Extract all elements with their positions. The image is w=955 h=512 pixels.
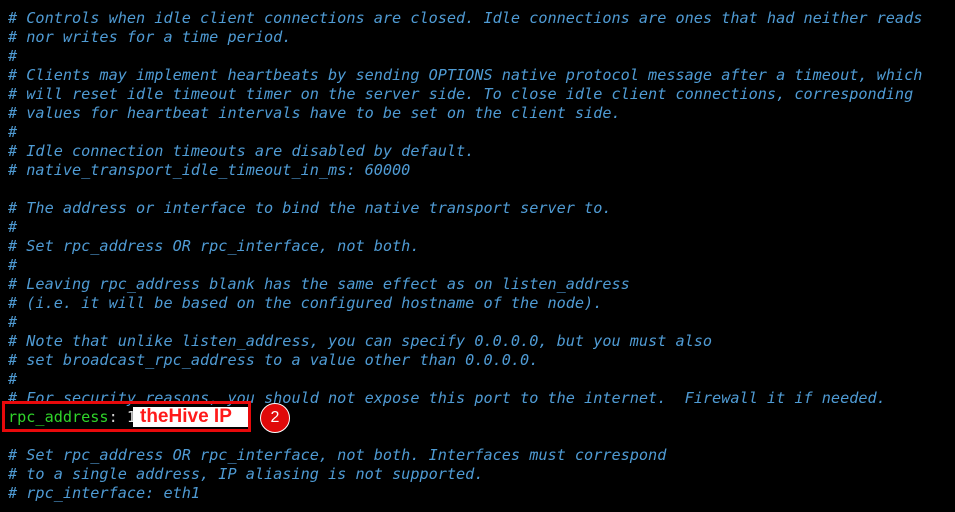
highlight-box (2, 401, 251, 432)
comment-line: # (8, 256, 18, 274)
comment-line: # Clients may implement heartbeats by se… (8, 66, 923, 84)
comment-line: # (8, 123, 18, 141)
comment-line: # (8, 218, 18, 236)
comment-line: # (8, 47, 18, 65)
comment-line: # Leaving rpc_address blank has the same… (8, 275, 630, 293)
comment-line: # to a single address, IP aliasing is no… (8, 465, 484, 483)
comment-line: # (8, 370, 18, 388)
comment-line: # The address or interface to bind the n… (8, 199, 612, 217)
comment-line: # values for heartbeat intervals have to… (8, 104, 621, 122)
comment-line: # Set rpc_address OR rpc_interface, not … (8, 237, 420, 255)
comment-line: # native_transport_idle_timeout_in_ms: 6… (8, 161, 411, 179)
comment-line: # nor writes for a time period. (8, 28, 292, 46)
comment-line: # rpc_interface: eth1 (8, 484, 201, 502)
step-number-badge: 2 (260, 403, 290, 433)
comment-line: # Idle connection timeouts are disabled … (8, 142, 475, 160)
comment-line: # Controls when idle client connections … (8, 9, 923, 27)
comment-line: # will reset idle timeout timer on the s… (8, 85, 914, 103)
comment-line: # (i.e. it will be based on the configur… (8, 294, 603, 312)
comment-line: # (8, 313, 18, 331)
terminal-editor[interactable]: # Controls when idle client connections … (0, 0, 955, 512)
comment-line: # set broadcast_rpc_address to a value o… (8, 351, 539, 369)
comment-line: # Note that unlike listen_address, you c… (8, 332, 713, 350)
comment-line: # Set rpc_address OR rpc_interface, not … (8, 446, 667, 464)
